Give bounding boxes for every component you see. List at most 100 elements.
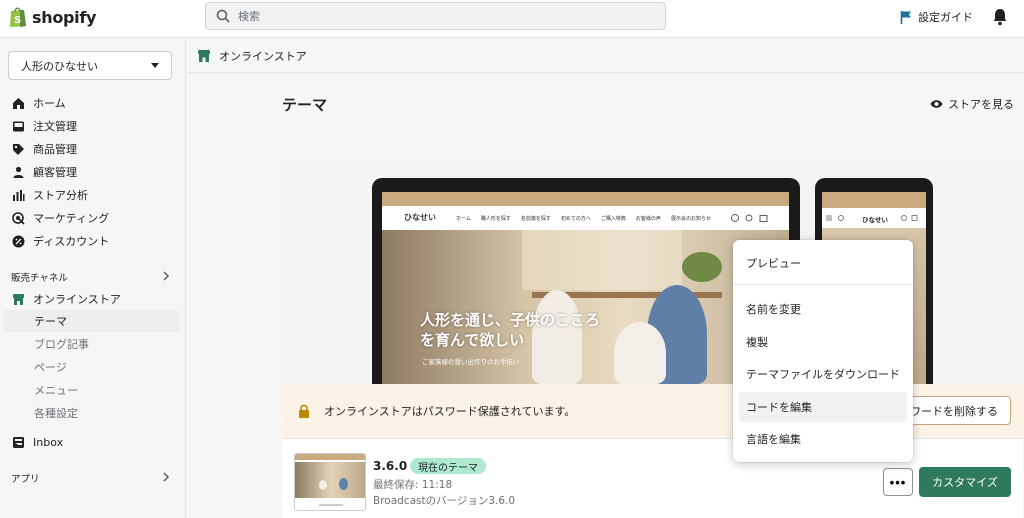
sidebar-subitem-preferences[interactable]: 各種設定	[34, 403, 78, 423]
site-header: ひなせい ホーム 職人形を探す 名前旗を探す 初めての方へ ご購入特典 お客様の…	[382, 206, 789, 230]
shopify-logo[interactable]: S shopify	[8, 6, 96, 28]
sidebar-item-discounts[interactable]: ディスカウント	[12, 231, 109, 251]
chevron-right-icon[interactable]	[162, 472, 170, 482]
thumbnail-header	[295, 454, 365, 460]
inbox-tray-icon	[13, 121, 24, 131]
setup-guide-link[interactable]: 設定ガイド	[900, 9, 973, 25]
sidebar-item-inbox[interactable]: Inbox	[12, 432, 63, 452]
site-nav-link: お客様の声	[635, 216, 661, 222]
breadcrumb-label[interactable]: オンラインストア	[219, 48, 307, 64]
sidebar-item-label: オンラインストア	[33, 293, 121, 306]
site-logo: ひなせい	[404, 213, 436, 222]
theme-version-line: Broadcastのバージョン3.6.0	[373, 495, 516, 507]
menu-item-edit-code[interactable]: コードを編集	[739, 392, 907, 422]
bell-icon[interactable]	[992, 8, 1008, 26]
site-hero-image: 人形を通じ、子供のこころを育んで欲しい ご家族様の想い出作りのお手伝い	[382, 230, 789, 384]
site-announcement-bar	[382, 192, 789, 206]
menu-item-duplicate[interactable]: 複製	[739, 327, 907, 357]
sidebar-item-label: マーケティング	[33, 212, 110, 225]
menu-item-preview[interactable]: プレビュー	[739, 248, 907, 278]
hero-wall	[522, 230, 682, 290]
sidebar-item-marketing[interactable]: マーケティング	[12, 208, 109, 228]
site-nav-links: ホーム 職人形を探す 名前旗を探す 初めての方へ ご購入特典 お客様の声 展示会…	[456, 215, 711, 222]
hero-plant	[682, 252, 722, 282]
chevron-right-icon[interactable]	[162, 271, 170, 281]
mobile-header: ひなせい	[822, 208, 926, 228]
customize-button[interactable]: カスタマイズ	[919, 467, 1011, 497]
flag-icon	[900, 11, 911, 24]
storefront-icon	[198, 49, 210, 62]
setup-guide-label: 設定ガイド	[918, 11, 973, 24]
sidebar-subitem-pages[interactable]: ページ	[34, 357, 67, 377]
sidebar-item-orders[interactable]: 注文管理	[12, 116, 77, 136]
sidebar-item-home[interactable]: ホーム	[12, 93, 66, 113]
menu-item-rename[interactable]: 名前を変更	[739, 294, 907, 324]
svg-text:S: S	[14, 15, 21, 26]
search-input[interactable]	[238, 9, 638, 23]
theme-version: 3.6.0	[373, 459, 408, 473]
eye-icon	[930, 100, 943, 108]
site-header-icons	[731, 214, 768, 222]
sidebar-item-online-store[interactable]: オンラインストア	[12, 289, 121, 309]
page-title: テーマ	[282, 96, 328, 114]
sidebar-item-label: 顧客管理	[33, 166, 77, 179]
sidebar-item-label: ストア分析	[33, 189, 88, 202]
menu-divider	[733, 284, 913, 285]
site-nav-link: 職人形を探す	[480, 216, 511, 222]
shopify-wordmark: shopify	[32, 7, 97, 27]
sidebar-item-label: ホーム	[33, 97, 66, 110]
target-icon	[12, 211, 25, 225]
store-selector[interactable]: 人形のひなせい	[8, 51, 172, 80]
mobile-announcement-bar	[822, 192, 926, 208]
breadcrumb: オンラインストア	[187, 39, 1024, 73]
hero-subtext: ご家族様の想い出作りのお手伝い	[422, 358, 520, 366]
mobile-header-icons	[826, 215, 918, 221]
thumbnail-hero	[295, 462, 365, 498]
sidebar-item-customers[interactable]: 顧客管理	[12, 162, 77, 182]
sidebar-subitem-active-bg	[3, 310, 179, 332]
sidebar-item-label: Inbox	[33, 435, 64, 449]
password-message: オンラインストアはパスワード保護されています。	[324, 405, 576, 418]
storefront-icon	[13, 293, 24, 305]
thumbnail-figure	[339, 478, 348, 490]
sidebar-subitem-blog-posts[interactable]: ブログ記事	[34, 334, 89, 354]
theme-thumbnail	[294, 453, 366, 511]
current-theme-badge: 現在のテーマ	[410, 458, 486, 474]
menu-item-download-theme[interactable]: テーマファイルをダウンロード	[739, 359, 907, 389]
site-nav-link: 名前旗を探す	[520, 216, 551, 222]
chat-icon	[13, 436, 24, 448]
sales-channels-heading: 販売チャネル	[11, 273, 68, 284]
sidebar-item-products[interactable]: 商品管理	[12, 139, 77, 159]
bar-chart-icon	[13, 189, 25, 201]
sidebar-subitem-themes[interactable]: テーマ	[34, 311, 67, 331]
person-icon	[13, 166, 24, 178]
last-saved: 最終保存: 11:18	[373, 479, 453, 491]
view-store-label: ストアを見る	[948, 98, 1014, 111]
view-store-button[interactable]: ストアを見る	[930, 96, 1014, 112]
sidebar: 人形のひなせい ホーム 注文管理 商品管理 顧客管理 ストア分析 マーケティング…	[0, 39, 186, 518]
hero-child	[614, 322, 666, 384]
shopify-bag-icon: S	[10, 7, 26, 27]
caret-down-icon	[151, 63, 159, 68]
sidebar-item-label: 商品管理	[33, 143, 77, 156]
more-actions-button[interactable]: •••	[883, 468, 913, 496]
sidebar-subitem-navigation[interactable]: メニュー	[34, 380, 78, 400]
discount-icon	[12, 235, 25, 247]
thumbnail-text-line	[319, 504, 343, 506]
home-icon	[13, 97, 24, 109]
desktop-preview-screen: ひなせい ホーム 職人形を探す 名前旗を探す 初めての方へ ご購入特典 お客様の…	[382, 192, 789, 384]
theme-actions-menu: プレビュー 名前を変更 複製 テーマファイルをダウンロード コードを編集 言語を…	[733, 240, 913, 462]
search-icon	[216, 9, 230, 23]
sidebar-item-analytics[interactable]: ストア分析	[12, 185, 88, 205]
site-nav-link: 初めての方へ	[560, 216, 591, 222]
search-bar[interactable]	[205, 2, 666, 30]
lock-icon	[299, 404, 309, 418]
sidebar-item-label: ディスカウント	[33, 235, 110, 248]
top-bar: S shopify 設定ガイド	[0, 0, 1024, 38]
menu-item-edit-languages[interactable]: 言語を編集	[739, 424, 907, 454]
thumbnail-figure	[319, 480, 327, 490]
tag-icon	[13, 143, 24, 155]
site-nav-link: 展示会のお知らせ	[670, 216, 711, 222]
apps-heading: アプリ	[11, 474, 40, 485]
hero-headline: 人形を通じ、子供のこころを育んで欲しい	[420, 311, 601, 349]
